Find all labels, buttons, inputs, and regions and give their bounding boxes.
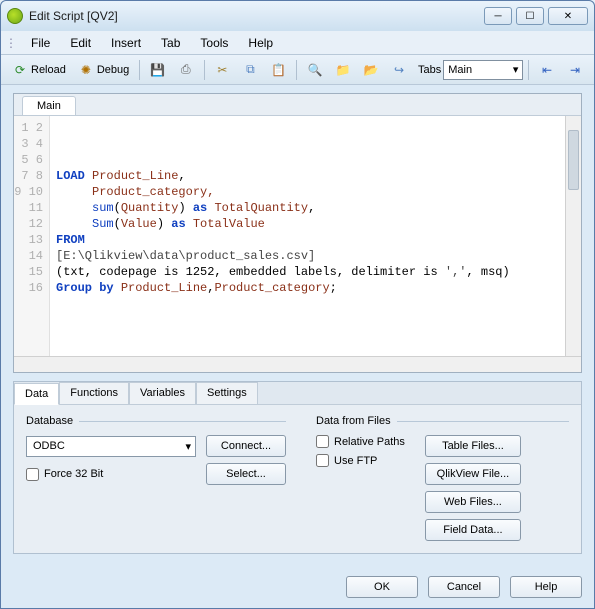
folder-open-icon: 📂: [363, 62, 379, 78]
search-button[interactable]: 🔍: [302, 59, 328, 81]
folder2-button[interactable]: 📂: [358, 59, 384, 81]
database-group: Database ODBC ▾ Connect... Force 32 Bit: [26, 415, 286, 541]
toolbar-separator: [204, 60, 205, 80]
scrollbar-thumb[interactable]: [568, 130, 579, 190]
script-editor: Main 1 2 3 4 5 6 7 8 9 10 11 12 13 14 15…: [13, 93, 582, 373]
connect-button[interactable]: Connect...: [206, 435, 286, 457]
chevron-down-icon: ▾: [513, 63, 519, 76]
field-data-button[interactable]: Field Data...: [425, 519, 521, 541]
indent-left-icon: ⇤: [539, 62, 555, 78]
tabs-dropdown[interactable]: Main ▾: [443, 60, 523, 80]
edit-script-window: Edit Script [QV2] ─ ☐ ✕ ⋮ File Edit Inse…: [0, 0, 595, 609]
line-number-gutter: 1 2 3 4 5 6 7 8 9 10 11 12 13 14 15 16: [14, 116, 50, 372]
cut-icon: ✂: [214, 62, 230, 78]
paste-icon: 📋: [270, 62, 286, 78]
use-ftp-checkbox[interactable]: Use FTP: [316, 454, 405, 467]
code-area[interactable]: LOAD Product_Line, Product_category, sum…: [50, 116, 581, 372]
reload-icon: ⟳: [12, 62, 28, 78]
minimize-button[interactable]: ─: [484, 7, 512, 25]
horizontal-scrollbar[interactable]: [14, 356, 581, 372]
copy-icon: ⧉: [242, 62, 258, 78]
indent-right-button[interactable]: ⇥: [562, 59, 588, 81]
menu-tab[interactable]: Tab: [151, 33, 190, 53]
paste-button[interactable]: 📋: [265, 59, 291, 81]
toolbar-separator: [296, 60, 297, 80]
menu-tools[interactable]: Tools: [190, 33, 238, 53]
export-icon: ↪: [391, 62, 407, 78]
menu-insert[interactable]: Insert: [101, 33, 151, 53]
tab-settings[interactable]: Settings: [196, 382, 258, 404]
print-button[interactable]: ⎙: [173, 59, 199, 81]
cancel-button[interactable]: Cancel: [428, 576, 500, 598]
editor-tab-strip: Main: [14, 94, 581, 116]
relative-paths-checkbox[interactable]: Relative Paths: [316, 435, 405, 448]
menu-file[interactable]: File: [21, 33, 60, 53]
toolbar-separator: [528, 60, 529, 80]
copy-button[interactable]: ⧉: [237, 59, 263, 81]
search-icon: 🔍: [307, 62, 323, 78]
files-group: Data from Files Relative Paths Use FTP: [316, 415, 569, 541]
cut-button[interactable]: ✂: [209, 59, 235, 81]
save-icon: 💾: [150, 62, 166, 78]
folder-icon: 📁: [335, 62, 351, 78]
indent-left-button[interactable]: ⇤: [534, 59, 560, 81]
database-driver-dropdown[interactable]: ODBC ▾: [26, 436, 196, 457]
close-button[interactable]: ✕: [548, 7, 588, 25]
use-ftp-input[interactable]: [316, 454, 329, 467]
indent-right-icon: ⇥: [567, 62, 583, 78]
toolbar-separator: [139, 60, 140, 80]
save-button[interactable]: 💾: [145, 59, 171, 81]
force-32bit-input[interactable]: [26, 468, 39, 481]
editor-tab-main[interactable]: Main: [22, 96, 76, 115]
menu-help[interactable]: Help: [238, 33, 283, 53]
bottom-panel: Data Functions Variables Settings Databa…: [13, 381, 582, 554]
folder-button[interactable]: 📁: [330, 59, 356, 81]
app-icon: [7, 8, 23, 24]
ok-button[interactable]: OK: [346, 576, 418, 598]
select-button[interactable]: Select...: [206, 463, 286, 485]
tab-data[interactable]: Data: [14, 383, 59, 405]
menu-edit[interactable]: Edit: [60, 33, 101, 53]
menubar: ⋮ File Edit Insert Tab Tools Help: [1, 31, 594, 55]
force-32bit-checkbox[interactable]: Force 32 Bit: [26, 468, 196, 481]
content-area: Main 1 2 3 4 5 6 7 8 9 10 11 12 13 14 15…: [1, 85, 594, 570]
print-icon: ⎙: [178, 62, 194, 78]
titlebar[interactable]: Edit Script [QV2] ─ ☐ ✕: [1, 1, 594, 31]
export-button[interactable]: ↪: [386, 59, 412, 81]
debug-button[interactable]: ✺ Debug: [73, 59, 134, 81]
toolbar: ⟳ Reload ✺ Debug 💾 ⎙ ✂ ⧉ 📋 🔍 📁 📂 ↪ Tabs …: [1, 55, 594, 85]
database-driver-value: ODBC: [33, 440, 65, 452]
help-button[interactable]: Help: [510, 576, 582, 598]
tabs-label: Tabs: [418, 64, 441, 76]
reload-button[interactable]: ⟳ Reload: [7, 59, 71, 81]
panel-tab-strip: Data Functions Variables Settings: [14, 382, 581, 405]
window-title: Edit Script [QV2]: [29, 9, 484, 23]
table-files-button[interactable]: Table Files...: [425, 435, 521, 457]
maximize-button[interactable]: ☐: [516, 7, 544, 25]
tabs-dropdown-value: Main: [448, 64, 472, 76]
tab-functions[interactable]: Functions: [59, 382, 129, 404]
qlikview-file-button[interactable]: QlikView File...: [425, 463, 521, 485]
chevron-down-icon: ▾: [185, 440, 191, 453]
menubar-grip-icon[interactable]: ⋮: [5, 36, 17, 50]
tab-variables[interactable]: Variables: [129, 382, 196, 404]
bug-icon: ✺: [78, 62, 94, 78]
files-group-title: Data from Files: [316, 415, 569, 427]
vertical-scrollbar[interactable]: [565, 116, 581, 356]
relative-paths-input[interactable]: [316, 435, 329, 448]
database-group-title: Database: [26, 415, 286, 427]
dialog-footer: OK Cancel Help: [1, 570, 594, 608]
web-files-button[interactable]: Web Files...: [425, 491, 521, 513]
